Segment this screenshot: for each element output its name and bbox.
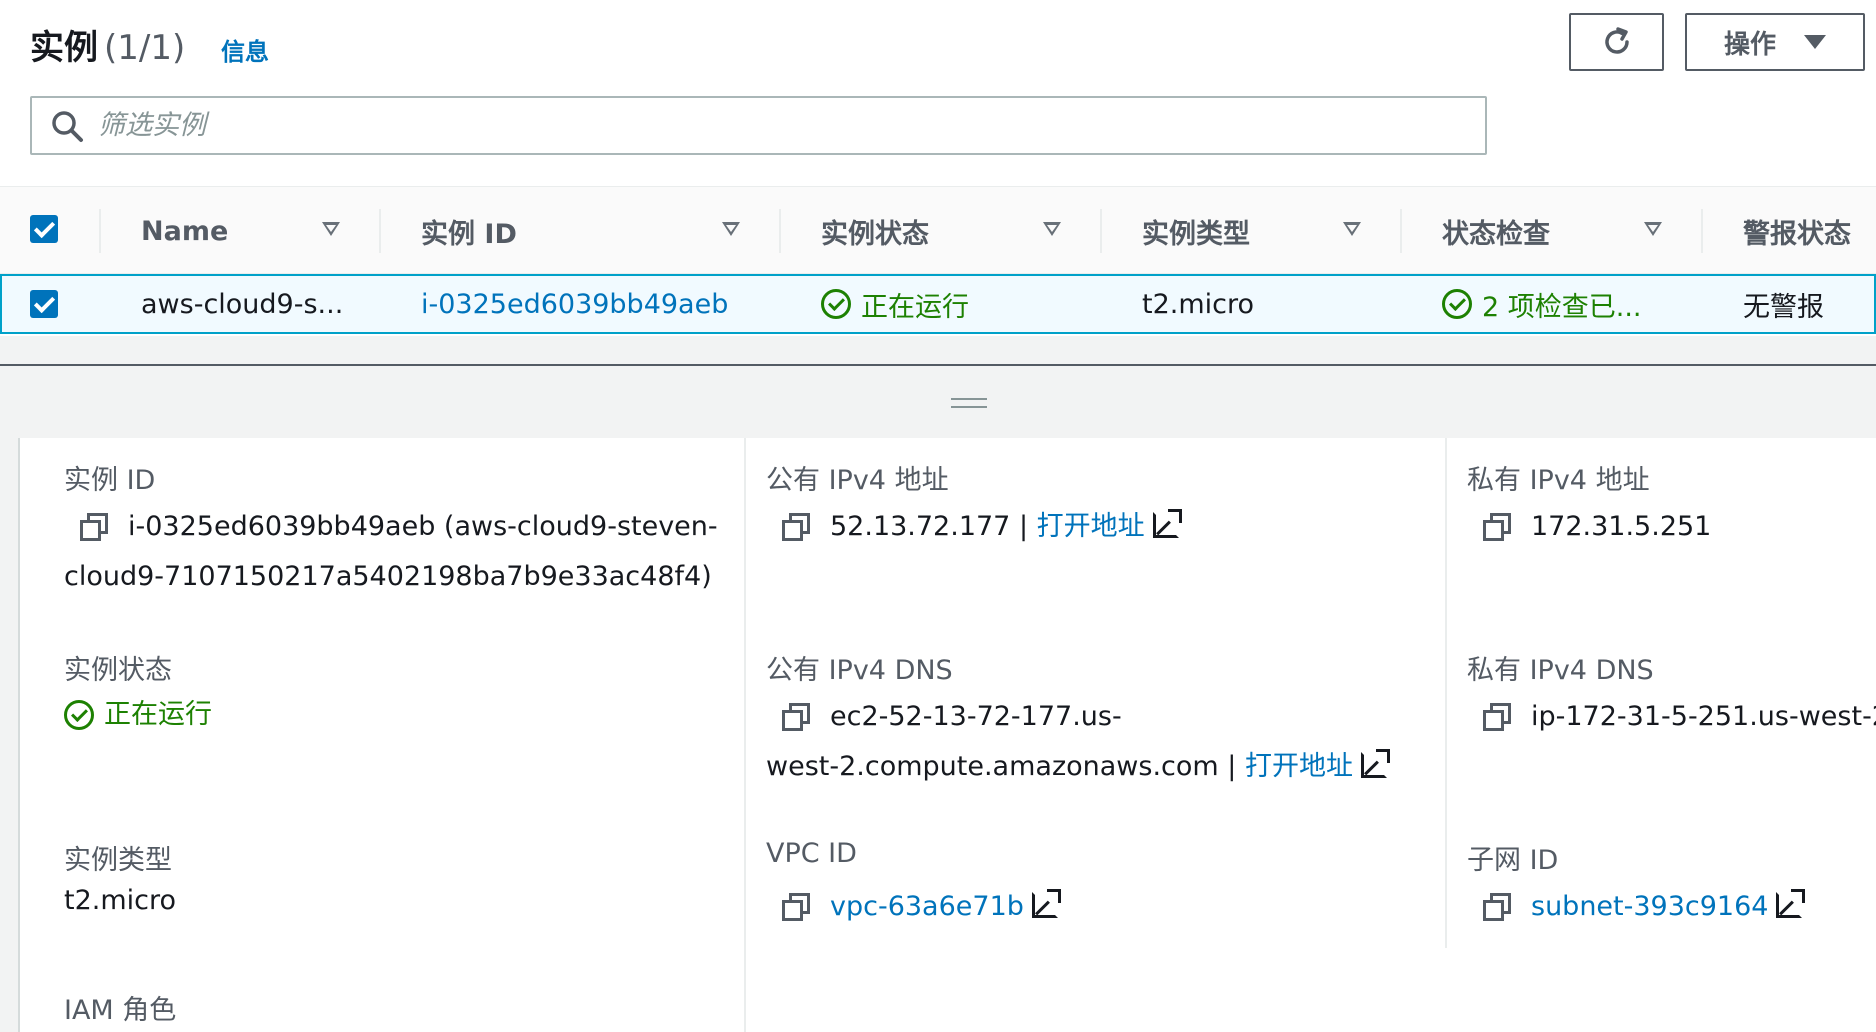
cell-instance-state: 正在运行 xyxy=(821,276,969,332)
public-dns-label: 公有 IPv4 DNS xyxy=(766,655,953,686)
public-dns-line1: ec2-52-13-72-177.us- xyxy=(830,701,1122,732)
column-header-instance-state[interactable]: 实例状态 xyxy=(821,187,929,275)
public-dns-line2: west-2.compute.amazonaws.com xyxy=(766,751,1219,782)
search-icon xyxy=(52,110,83,142)
column-divider xyxy=(1445,438,1447,948)
copy-icon[interactable] xyxy=(782,703,810,731)
success-check-icon xyxy=(821,289,851,319)
private-dns-label: 私有 IPv4 DNS xyxy=(1467,655,1654,686)
copy-icon[interactable] xyxy=(1483,893,1511,921)
select-all-checkbox[interactable] xyxy=(30,215,58,243)
column-divider xyxy=(744,438,746,1032)
sort-icon[interactable] xyxy=(1343,222,1361,236)
external-link-icon[interactable] xyxy=(1776,889,1806,918)
details-grid: 实例 ID i-0325ed6039bb49aeb (aws-cloud9-st… xyxy=(18,438,1876,1032)
filter-instances-input[interactable] xyxy=(98,110,1398,141)
private-ipv4-label: 私有 IPv4 地址 xyxy=(1467,465,1650,496)
cell-alarm-status: 无警报 xyxy=(1743,291,1824,323)
column-divider[interactable] xyxy=(379,209,381,253)
public-ipv4-label: 公有 IPv4 地址 xyxy=(766,465,949,496)
external-link-icon[interactable] xyxy=(1031,889,1061,918)
cell-status-check[interactable]: 2 项检查已... xyxy=(1442,276,1642,332)
instance-type-label: 实例类型 xyxy=(64,845,172,876)
subnet-id-label: 子网 ID xyxy=(1467,845,1559,876)
instance-type-value: t2.micro xyxy=(64,885,177,916)
copy-icon[interactable] xyxy=(1483,703,1511,731)
instance-id-line2: cloud9-7107150217a5402198ba7b9e33ac48f4) xyxy=(64,561,712,592)
instances-header: 实例 (1/1) 信息 操作 xyxy=(0,0,1876,186)
private-ipv4-text: 172.31.5.251 xyxy=(1531,511,1712,542)
table-row[interactable]: aws-cloud9-s... i-0325ed6039bb49aeb 正在运行… xyxy=(0,274,1876,334)
vpc-id-label: VPC ID xyxy=(766,838,857,869)
success-check-icon xyxy=(64,700,94,730)
subnet-id-link[interactable]: subnet-393c9164 xyxy=(1531,891,1768,922)
instance-id-line1: i-0325ed6039bb49aeb (aws-cloud9-steven- xyxy=(128,511,718,542)
column-divider[interactable] xyxy=(779,209,781,253)
success-check-icon xyxy=(1442,289,1472,319)
row-select-checkbox[interactable] xyxy=(30,290,58,318)
private-dns-value: ip-172-31-5-251.us-west-2 xyxy=(1467,692,1876,742)
refresh-button[interactable] xyxy=(1569,13,1664,71)
separator: | xyxy=(1018,511,1029,542)
page-title-text: 实例 xyxy=(30,28,98,68)
refresh-icon xyxy=(1604,27,1629,54)
cell-name: aws-cloud9-s... xyxy=(141,288,344,320)
copy-icon[interactable] xyxy=(1483,513,1511,541)
open-address-link[interactable]: 打开地址 xyxy=(1245,751,1353,782)
public-dns-value: ec2-52-13-72-177.us- west-2.compute.amaz… xyxy=(766,692,1436,792)
actions-dropdown-button[interactable]: 操作 xyxy=(1685,13,1865,71)
iam-role-label: IAM 角色 xyxy=(64,995,177,1026)
cell-instance-type: t2.micro xyxy=(1142,288,1255,320)
column-divider xyxy=(99,209,101,253)
instance-state-label: 实例状态 xyxy=(64,655,172,686)
caret-down-icon xyxy=(1804,35,1826,49)
open-address-link[interactable]: 打开地址 xyxy=(1037,511,1145,542)
table-header: Name 实例 ID 实例状态 实例类型 状态检查 警报状态 xyxy=(0,186,1876,274)
sort-icon[interactable] xyxy=(722,222,740,236)
column-header-name[interactable]: Name xyxy=(141,187,228,275)
column-header-alarm-status[interactable]: 警报状态 xyxy=(1743,187,1851,275)
copy-icon[interactable] xyxy=(782,893,810,921)
separator: | xyxy=(1227,751,1237,782)
sort-icon[interactable] xyxy=(322,222,340,236)
vpc-id-value: vpc-63a6e71b xyxy=(766,882,1061,932)
instance-id-label: 实例 ID xyxy=(64,465,156,496)
instance-state-text: 正在运行 xyxy=(861,291,969,323)
instance-state-value: 正在运行 xyxy=(64,690,212,747)
filter-search-box[interactable] xyxy=(30,96,1487,155)
instance-id-value: i-0325ed6039bb49aeb (aws-cloud9-steven- … xyxy=(64,502,734,602)
column-divider[interactable] xyxy=(1701,209,1703,253)
column-header-instance-id[interactable]: 实例 ID xyxy=(421,187,517,275)
external-link-icon[interactable] xyxy=(1152,509,1182,538)
page-title: 实例 (1/1) xyxy=(30,20,185,69)
subnet-id-value: subnet-393c9164 xyxy=(1467,882,1806,932)
column-divider[interactable] xyxy=(1100,209,1102,253)
instance-state-text: 正在运行 xyxy=(104,699,212,730)
column-header-instance-type[interactable]: 实例类型 xyxy=(1142,187,1250,275)
status-check-text: 2 项检查已... xyxy=(1482,291,1642,323)
column-header-status-check[interactable]: 状态检查 xyxy=(1442,187,1550,275)
vpc-id-link[interactable]: vpc-63a6e71b xyxy=(830,891,1024,922)
private-ipv4-value: 172.31.5.251 xyxy=(1467,502,1711,552)
instance-count: (1/1) xyxy=(104,28,186,68)
column-divider[interactable] xyxy=(1400,209,1402,253)
actions-label: 操作 xyxy=(1723,29,1776,60)
public-ipv4-text: 52.13.72.177 xyxy=(830,511,1011,542)
sort-icon[interactable] xyxy=(1043,222,1061,236)
copy-icon[interactable] xyxy=(782,513,810,541)
copy-icon[interactable] xyxy=(80,513,108,541)
info-link[interactable]: 信息 xyxy=(221,32,269,67)
instance-details-panel: 实例 ID i-0325ed6039bb49aeb (aws-cloud9-st… xyxy=(0,366,1876,1032)
external-link-icon[interactable] xyxy=(1360,749,1390,778)
sort-icon[interactable] xyxy=(1644,222,1662,236)
private-dns-text: ip-172-31-5-251.us-west-2 xyxy=(1531,701,1876,732)
table-footer-space xyxy=(0,336,1876,366)
public-ipv4-value: 52.13.72.177 | 打开地址 xyxy=(766,502,1436,552)
resize-handle-icon[interactable] xyxy=(951,398,987,408)
cell-instance-id-link[interactable]: i-0325ed6039bb49aeb xyxy=(421,276,728,332)
